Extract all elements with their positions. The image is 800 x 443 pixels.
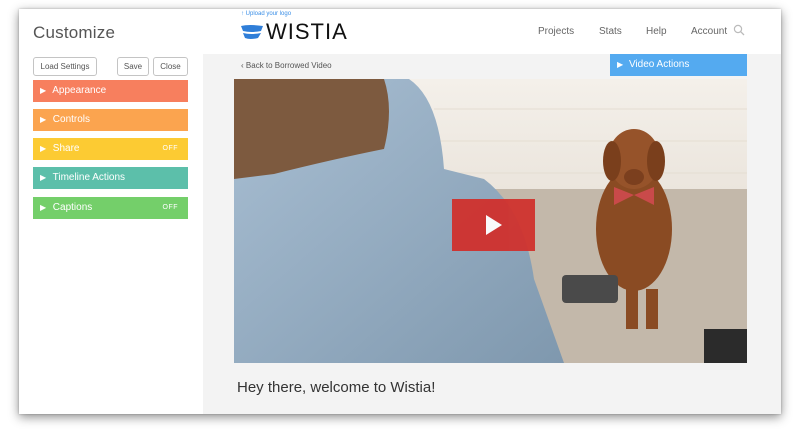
chevron-right-icon: ▶	[40, 115, 47, 124]
close-button[interactable]: Close	[153, 57, 188, 76]
section-controls[interactable]: ▶ Controls	[33, 109, 188, 131]
video-actions-tab[interactable]: ▶ Video Actions	[610, 54, 747, 76]
nav-stats[interactable]: Stats	[599, 26, 622, 37]
section-label: Timeline Actions	[52, 172, 126, 183]
upload-logo-label: Upload your logo	[245, 11, 292, 17]
nav-help[interactable]: Help	[646, 26, 667, 37]
main-content: ‹ Back to Borrowed Video ▶ Video Actions	[203, 54, 781, 414]
save-button[interactable]: Save	[117, 57, 149, 76]
app-window: Customize Load Settings Save Close ▶ App…	[19, 9, 781, 414]
video-actions-label: Video Actions	[628, 59, 690, 70]
chevron-left-icon: ‹	[241, 61, 244, 70]
section-label: Share	[52, 143, 80, 154]
section-appearance[interactable]: ▶ Appearance	[33, 80, 188, 102]
section-share[interactable]: ▶ Share OFF	[33, 138, 188, 160]
wistia-wave-icon	[241, 25, 263, 39]
search-icon[interactable]	[733, 24, 745, 36]
back-to-video-link[interactable]: ‹ Back to Borrowed Video	[241, 61, 332, 70]
nav-account[interactable]: Account	[691, 26, 727, 37]
chevron-right-icon: ▶	[40, 173, 47, 182]
section-label: Controls	[52, 114, 91, 125]
section-captions[interactable]: ▶ Captions OFF	[33, 197, 188, 219]
upload-icon: ↑	[241, 11, 244, 17]
upload-logo-link[interactable]: ↑ Upload your logo	[241, 11, 291, 17]
chevron-right-icon: ▶	[617, 60, 624, 69]
nav-projects[interactable]: Projects	[538, 26, 574, 37]
panel-title: Customize	[33, 23, 116, 42]
top-header: ↑ Upload your logo WISTIA Projects Stats…	[203, 9, 781, 54]
share-status: OFF	[162, 145, 178, 152]
load-settings-button[interactable]: Load Settings	[33, 57, 97, 76]
captions-status: OFF	[162, 204, 178, 211]
chevron-right-icon: ▶	[40, 144, 47, 153]
chevron-right-icon: ▶	[40, 86, 47, 95]
wistia-logo[interactable]: WISTIA	[241, 19, 348, 44]
play-icon	[486, 215, 502, 235]
play-button[interactable]	[452, 199, 535, 251]
video-title: Hey there, welcome to Wistia!	[237, 379, 436, 396]
video-player[interactable]	[234, 79, 747, 363]
customize-panel: Customize Load Settings Save Close ▶ App…	[19, 9, 203, 414]
chevron-right-icon: ▶	[40, 203, 47, 212]
section-label: Captions	[52, 202, 93, 213]
section-label: Appearance	[52, 85, 107, 96]
back-link-label: Back to Borrowed Video	[245, 61, 332, 70]
section-timeline-actions[interactable]: ▶ Timeline Actions	[33, 167, 188, 189]
logo-text: WISTIA	[266, 19, 348, 44]
